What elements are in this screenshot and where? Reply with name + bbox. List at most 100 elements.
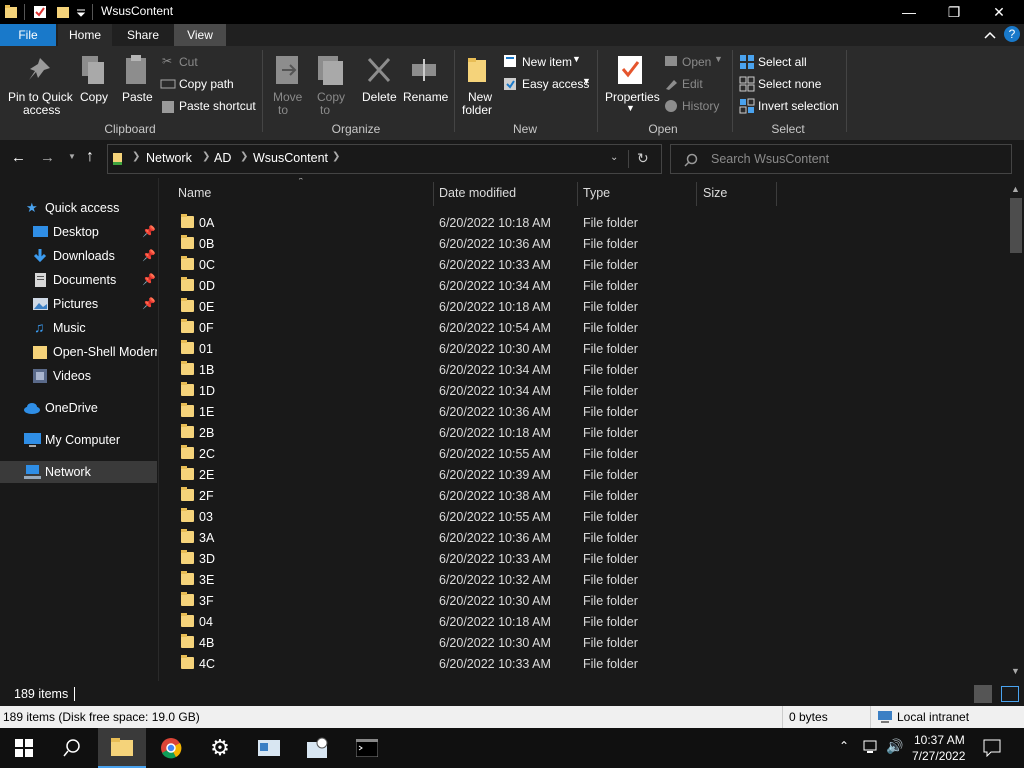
- taskbar-settings[interactable]: ⚙: [196, 728, 244, 768]
- file-type: File folder: [583, 363, 638, 377]
- clock-time[interactable]: 10:37 AM: [914, 733, 965, 747]
- table-row[interactable]: 0F 6/20/2022 10:54 AM File folder: [159, 317, 1009, 338]
- table-row[interactable]: 1E 6/20/2022 10:36 AM File folder: [159, 401, 1009, 422]
- notification-center-icon[interactable]: [983, 739, 1001, 757]
- nav-desktop[interactable]: Desktop 📌: [0, 221, 157, 243]
- up-arrow-icon[interactable]: ↑: [86, 148, 94, 166]
- back-arrow-icon[interactable]: ←: [11, 149, 26, 166]
- taskbar-command-prompt[interactable]: [343, 728, 391, 768]
- breadcrumb-chevron-icon[interactable]: ❯: [240, 151, 248, 162]
- file-date-modified: 6/20/2022 10:55 AM: [439, 447, 551, 461]
- table-row[interactable]: 01 6/20/2022 10:30 AM File folder: [159, 338, 1009, 359]
- column-header-name[interactable]: Name: [178, 186, 211, 200]
- network-tray-icon[interactable]: [862, 740, 880, 756]
- taskbar-chrome[interactable]: [147, 728, 195, 768]
- breadcrumb-network[interactable]: Network: [146, 151, 192, 165]
- table-row[interactable]: 0E 6/20/2022 10:18 AM File folder: [159, 296, 1009, 317]
- table-row[interactable]: 03 6/20/2022 10:55 AM File folder: [159, 506, 1009, 527]
- details-view-icon[interactable]: [974, 685, 992, 703]
- nav-pictures[interactable]: Pictures 📌: [0, 293, 157, 315]
- nav-my-computer[interactable]: My Computer: [0, 429, 157, 451]
- tab-home[interactable]: Home: [58, 24, 112, 46]
- tab-view[interactable]: View: [174, 24, 226, 46]
- column-header-date[interactable]: Date modified: [439, 186, 516, 200]
- table-row[interactable]: 2E 6/20/2022 10:39 AM File folder: [159, 464, 1009, 485]
- minimize-button[interactable]: —: [886, 0, 932, 24]
- breadcrumb-ad[interactable]: AD: [214, 151, 231, 165]
- column-header-type[interactable]: Type: [583, 186, 610, 200]
- explorer-icon[interactable]: [4, 4, 18, 20]
- clock-date[interactable]: 7/27/2022: [912, 749, 965, 763]
- maximize-button[interactable]: ❐: [931, 0, 977, 24]
- table-row[interactable]: 3F 6/20/2022 10:30 AM File folder: [159, 590, 1009, 611]
- table-row[interactable]: 4B 6/20/2022 10:30 AM File folder: [159, 632, 1009, 653]
- breadcrumb-chevron-icon[interactable]: ❯: [202, 151, 210, 162]
- scroll-thumb[interactable]: [1010, 198, 1022, 253]
- nav-videos[interactable]: Videos: [0, 365, 157, 387]
- help-icon[interactable]: ?: [1004, 26, 1020, 42]
- table-row[interactable]: 1D 6/20/2022 10:34 AM File folder: [159, 380, 1009, 401]
- properties-quick-icon[interactable]: [33, 4, 47, 20]
- scroll-down-icon[interactable]: ▼: [1011, 666, 1020, 676]
- breadcrumb-chevron-icon[interactable]: ❯: [132, 151, 140, 162]
- table-row[interactable]: 0D 6/20/2022 10:34 AM File folder: [159, 275, 1009, 296]
- taskbar-file-explorer[interactable]: [98, 728, 146, 768]
- new-item-icon: [504, 55, 516, 67]
- volume-icon[interactable]: 🔊: [886, 738, 903, 755]
- tab-file[interactable]: File: [0, 24, 56, 46]
- search-box[interactable]: Search WsusContent: [670, 144, 1012, 174]
- paste-label: Paste: [122, 90, 153, 104]
- taskbar-server-manager[interactable]: [245, 728, 293, 768]
- address-history-chevron-icon[interactable]: ⌄: [610, 152, 618, 163]
- taskbar-search-button[interactable]: [48, 728, 96, 768]
- nav-quick-access[interactable]: ★ Quick access: [0, 197, 157, 219]
- file-type: File folder: [583, 489, 638, 503]
- breadcrumb-wsuscontent[interactable]: WsusContent: [253, 151, 328, 165]
- taskbar-task-scheduler[interactable]: [294, 728, 342, 768]
- breadcrumb-chevron-icon[interactable]: ❯: [332, 151, 340, 162]
- table-row[interactable]: 2F 6/20/2022 10:38 AM File folder: [159, 485, 1009, 506]
- folder-icon: [181, 256, 194, 270]
- table-row[interactable]: 0A 6/20/2022 10:18 AM File folder: [159, 212, 1009, 233]
- table-row[interactable]: 2C 6/20/2022 10:55 AM File folder: [159, 443, 1009, 464]
- table-row[interactable]: 04 6/20/2022 10:18 AM File folder: [159, 611, 1009, 632]
- large-icons-view-icon[interactable]: [1001, 686, 1019, 702]
- customize-toolbar-icon[interactable]: [76, 8, 86, 18]
- recent-locations-chevron-icon[interactable]: ▼: [68, 152, 76, 161]
- forward-arrow-icon[interactable]: →: [40, 149, 55, 166]
- nav-downloads[interactable]: Downloads 📌: [0, 245, 157, 267]
- table-row[interactable]: 2B 6/20/2022 10:18 AM File folder: [159, 422, 1009, 443]
- column-header-size[interactable]: Size: [703, 186, 727, 200]
- new-folder-quick-icon[interactable]: [56, 4, 70, 20]
- column-divider[interactable]: [433, 182, 434, 206]
- scroll-up-icon[interactable]: ▲: [1011, 184, 1020, 194]
- properties-label: Properties: [605, 90, 660, 104]
- table-row[interactable]: 3A 6/20/2022 10:36 AM File folder: [159, 527, 1009, 548]
- close-button[interactable]: ✕: [976, 0, 1022, 24]
- table-row[interactable]: 3D 6/20/2022 10:33 AM File folder: [159, 548, 1009, 569]
- nav-onedrive[interactable]: OneDrive: [0, 397, 157, 419]
- refresh-icon[interactable]: ↻: [637, 150, 649, 167]
- table-row[interactable]: 3E 6/20/2022 10:32 AM File folder: [159, 569, 1009, 590]
- table-row[interactable]: 0C 6/20/2022 10:33 AM File folder: [159, 254, 1009, 275]
- nav-network[interactable]: Network: [0, 461, 157, 483]
- folder-icon: [181, 613, 194, 627]
- table-row[interactable]: 1B 6/20/2022 10:34 AM File folder: [159, 359, 1009, 380]
- tab-share[interactable]: Share: [114, 24, 172, 46]
- nav-open-shell[interactable]: Open-Shell Modern: [0, 341, 157, 363]
- folder-icon: [181, 382, 194, 396]
- nav-music[interactable]: ♫ Music: [0, 317, 157, 339]
- collapse-ribbon-icon[interactable]: [984, 30, 996, 40]
- column-divider[interactable]: [696, 182, 697, 206]
- address-bar[interactable]: ❯ Network ❯ AD ❯ WsusContent ❯ ⌄ ↻: [107, 144, 662, 174]
- column-divider[interactable]: [776, 182, 777, 206]
- column-divider[interactable]: [577, 182, 578, 206]
- table-row[interactable]: 4C 6/20/2022 10:33 AM File folder: [159, 653, 1009, 674]
- nav-documents[interactable]: Documents 📌: [0, 269, 157, 291]
- vertical-scrollbar[interactable]: ▲ ▼: [1008, 182, 1024, 681]
- show-hidden-icons-icon[interactable]: ⌃: [839, 739, 849, 753]
- copy-path-icon: [160, 79, 176, 89]
- select-all-label: Select all: [758, 55, 807, 69]
- start-button[interactable]: [0, 728, 48, 768]
- table-row[interactable]: 0B 6/20/2022 10:36 AM File folder: [159, 233, 1009, 254]
